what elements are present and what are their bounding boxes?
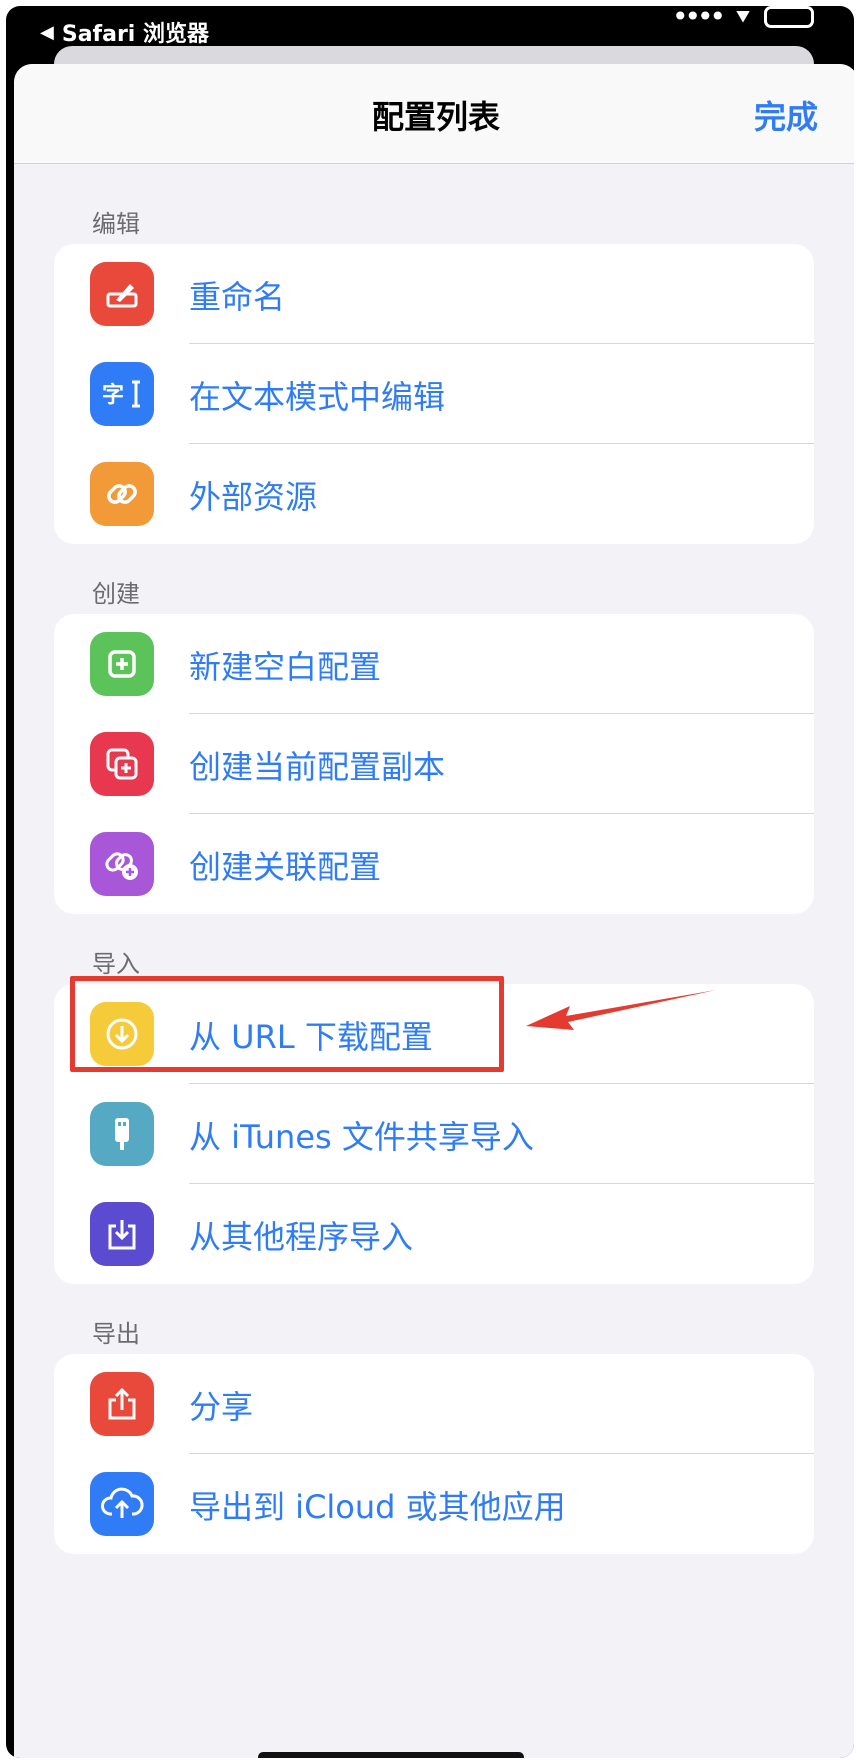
svg-text:字: 字 <box>102 382 124 408</box>
plus-square-icon <box>90 632 154 696</box>
text-edit-label: 在文本模式中编辑 <box>189 378 446 416</box>
phone-frame: ◀ Safari 浏览器 •••• 配置列表 完成 编辑 重命名 字 在文本模式… <box>6 6 854 1758</box>
link-icon <box>90 462 154 526</box>
wifi-icon <box>736 10 750 23</box>
cloud-upload-icon <box>90 1472 154 1536</box>
export-icloud-label: 导出到 iCloud 或其他应用 <box>189 1488 566 1526</box>
rename-icon <box>90 262 154 326</box>
duplicate-row[interactable]: 创建当前配置副本 <box>54 714 814 814</box>
back-triangle-icon: ◀ <box>40 21 54 43</box>
section-header-edit: 编辑 <box>92 210 140 238</box>
section-header-import: 导入 <box>92 950 140 978</box>
import-tray-icon <box>90 1202 154 1266</box>
new-blank-label: 新建空白配置 <box>189 648 382 686</box>
battery-icon <box>764 6 814 28</box>
share-label: 分享 <box>189 1388 254 1426</box>
linked-config-row[interactable]: 创建关联配置 <box>54 814 814 914</box>
share-row[interactable]: 分享 <box>54 1354 814 1454</box>
section-header-create: 创建 <box>92 580 140 608</box>
rename-row[interactable]: 重命名 <box>54 244 814 344</box>
home-indicator[interactable] <box>258 1752 524 1758</box>
group-create: 新建空白配置 创建当前配置副本 创建关联配置 <box>54 614 814 914</box>
group-export: 分享 导出到 iCloud 或其他应用 <box>54 1354 814 1554</box>
section-header-export: 导出 <box>92 1320 140 1348</box>
annotation-arrow-icon <box>526 990 716 1030</box>
status-indicators: •••• <box>672 6 814 33</box>
usb-icon <box>90 1102 154 1166</box>
export-icloud-row[interactable]: 导出到 iCloud 或其他应用 <box>54 1454 814 1554</box>
annotation-highlight-box <box>70 976 504 1072</box>
duplicate-icon <box>90 732 154 796</box>
config-list-sheet: 配置列表 完成 编辑 重命名 字 在文本模式中编辑 外部资源 创建 新建空白配置… <box>14 64 854 1758</box>
back-to-app-button[interactable]: ◀ Safari 浏览器 <box>40 16 209 48</box>
rename-label: 重命名 <box>189 278 286 316</box>
page-title: 配置列表 <box>371 98 500 136</box>
signal-icon: •••• <box>671 6 726 33</box>
share-icon <box>90 1372 154 1436</box>
external-resource-label: 外部资源 <box>189 478 318 516</box>
linked-config-label: 创建关联配置 <box>189 848 382 886</box>
itunes-import-label: 从 iTunes 文件共享导入 <box>189 1118 534 1156</box>
back-app-label: Safari 浏览器 <box>61 22 210 47</box>
duplicate-label: 创建当前配置副本 <box>189 748 446 786</box>
done-button[interactable]: 完成 <box>754 92 818 138</box>
group-edit: 重命名 字 在文本模式中编辑 外部资源 <box>54 244 814 544</box>
external-resource-row[interactable]: 外部资源 <box>54 444 814 544</box>
itunes-import-row[interactable]: 从 iTunes 文件共享导入 <box>54 1084 814 1184</box>
text-edit-row[interactable]: 字 在文本模式中编辑 <box>54 344 814 444</box>
other-app-import-row[interactable]: 从其他程序导入 <box>54 1184 814 1284</box>
new-blank-row[interactable]: 新建空白配置 <box>54 614 814 714</box>
other-app-import-label: 从其他程序导入 <box>189 1218 414 1256</box>
navigation-bar: 配置列表 完成 <box>14 64 854 164</box>
link-add-icon <box>90 832 154 896</box>
text-edit-icon: 字 <box>90 362 154 426</box>
